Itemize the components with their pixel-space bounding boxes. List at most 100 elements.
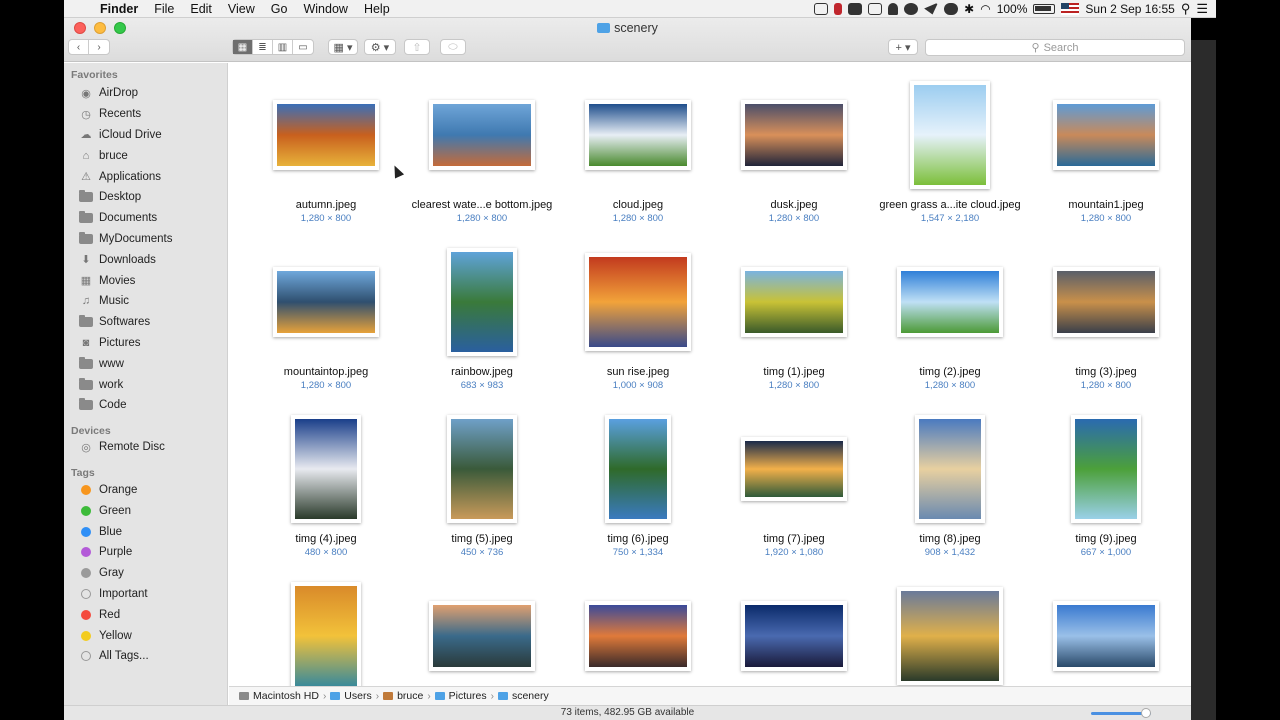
image-thumbnail[interactable] [447, 415, 517, 523]
file-item[interactable] [248, 576, 404, 686]
sidebar-item-remote-disc[interactable]: ◎ Remote Disc [64, 437, 227, 458]
file-name[interactable]: timg (6).jpeg [560, 533, 716, 545]
file-item[interactable]: clearest wate...e bottom.jpeg 1,280 × 800 [404, 75, 560, 242]
sidebar-item-downloads[interactable]: ⬇ Downloads [64, 249, 227, 270]
file-name[interactable]: timg (8).jpeg [872, 533, 1028, 545]
screen-record-icon[interactable] [814, 2, 829, 15]
forward-button[interactable]: › [89, 40, 109, 54]
sidebar-item-code[interactable]: Code [64, 395, 227, 416]
file-item[interactable]: cloud.jpeg 1,280 × 800 [560, 75, 716, 242]
sidebar-item-www[interactable]: www [64, 353, 227, 374]
file-name[interactable]: timg (2).jpeg [872, 366, 1028, 378]
tags-button[interactable]: ⬭ [440, 39, 466, 55]
image-thumbnail[interactable] [447, 248, 517, 356]
file-item[interactable]: mountain1.jpeg 1,280 × 800 [1028, 75, 1184, 242]
sidebar-item-important[interactable]: Important [64, 584, 227, 605]
sidebar-item-orange[interactable]: Orange [64, 480, 227, 501]
bluetooth-icon[interactable]: ✱ [964, 2, 974, 16]
sidebar-item-music[interactable]: ♫ Music [64, 291, 227, 312]
action-gear-button[interactable]: ⚙ ▾ [364, 39, 396, 55]
sidebar-item-documents[interactable]: Documents [64, 208, 227, 229]
file-name[interactable]: timg (5).jpeg [404, 533, 560, 545]
file-name[interactable]: mountaintop.jpeg [248, 366, 404, 378]
sidebar-item-icloud-drive[interactable]: ☁ iCloud Drive [64, 125, 227, 146]
new-item-button[interactable]: + ▾ [888, 39, 918, 55]
image-thumbnail[interactable] [910, 81, 990, 189]
image-thumbnail[interactable] [741, 267, 847, 337]
sidebar-item-work[interactable]: work [64, 374, 227, 395]
path-component[interactable]: Pictures [434, 690, 487, 702]
sidebar-item-airdrop[interactable]: ◉ AirDrop [64, 83, 227, 104]
image-thumbnail[interactable] [585, 100, 691, 170]
sidebar-item-all-tags[interactable]: All Tags... [64, 646, 227, 667]
file-name[interactable]: dusk.jpeg [716, 199, 872, 211]
image-thumbnail[interactable] [273, 100, 379, 170]
sidebar-item-desktop[interactable]: Desktop [64, 187, 227, 208]
file-item[interactable]: timg (5).jpeg 450 × 736 [404, 409, 560, 576]
image-thumbnail[interactable] [741, 437, 847, 501]
wifi-icon[interactable]: ◠ [980, 2, 990, 16]
menu-window[interactable]: Window [295, 0, 355, 18]
sidebar-item-purple[interactable]: Purple [64, 542, 227, 563]
clock[interactable]: Sun 2 Sep 16:55 [1085, 2, 1174, 16]
image-thumbnail[interactable] [273, 267, 379, 337]
sidebar-item-yellow[interactable]: Yellow [64, 625, 227, 646]
file-item[interactable]: timg (4).jpeg 480 × 800 [248, 409, 404, 576]
app-status-icon[interactable] [834, 2, 843, 15]
image-thumbnail[interactable] [1053, 601, 1159, 671]
file-name[interactable]: autumn.jpeg [248, 199, 404, 211]
menu-go[interactable]: Go [263, 0, 296, 18]
file-item[interactable] [716, 576, 872, 686]
sidebar-item-applications[interactable]: ⚠ Applications [64, 166, 227, 187]
input-source-flag-icon[interactable] [1061, 2, 1080, 15]
menu-edit[interactable]: Edit [182, 0, 220, 18]
file-item[interactable] [1028, 576, 1184, 686]
menu-help[interactable]: Help [356, 0, 398, 18]
file-name[interactable]: mountain1.jpeg [1028, 199, 1184, 211]
column-view-button[interactable]: ▥ [273, 40, 293, 54]
image-thumbnail[interactable] [291, 582, 361, 686]
file-name[interactable]: rainbow.jpeg [404, 366, 560, 378]
wechat-icon[interactable] [904, 2, 919, 15]
sidebar-item-gray[interactable]: Gray [64, 563, 227, 584]
image-thumbnail[interactable] [741, 601, 847, 671]
file-item[interactable]: sun rise.jpeg 1,000 × 908 [560, 242, 716, 409]
file-name[interactable]: timg (1).jpeg [716, 366, 872, 378]
app-status-icon[interactable] [868, 2, 883, 15]
image-thumbnail[interactable] [291, 415, 361, 523]
menu-view[interactable]: View [220, 0, 263, 18]
file-item[interactable]: rainbow.jpeg 683 × 983 [404, 242, 560, 409]
file-item[interactable]: timg (7).jpeg 1,920 × 1,080 [716, 409, 872, 576]
image-thumbnail[interactable] [429, 100, 535, 170]
sidebar-item-movies[interactable]: ▦ Movies [64, 270, 227, 291]
image-thumbnail[interactable] [1071, 415, 1141, 523]
sidebar-item-recents[interactable]: ◷ Recents [64, 104, 227, 125]
gallery-view-button[interactable]: ▭ [293, 40, 313, 54]
icon-size-slider-handle[interactable] [1141, 708, 1151, 718]
file-item[interactable]: timg (1).jpeg 1,280 × 800 [716, 242, 872, 409]
sidebar-item-pictures[interactable]: ◙ Pictures [64, 333, 227, 354]
notification-center-icon[interactable]: ☰ [1196, 1, 1208, 17]
send-icon[interactable] [924, 2, 939, 15]
share-button[interactable]: ⇧ [404, 39, 430, 55]
file-item[interactable] [872, 576, 1028, 686]
image-thumbnail[interactable] [585, 253, 691, 351]
sidebar-item-mydocuments[interactable]: MyDocuments [64, 229, 227, 250]
image-thumbnail[interactable] [741, 100, 847, 170]
file-name[interactable]: green grass a...ite cloud.jpeg [872, 199, 1028, 211]
file-name[interactable]: cloud.jpeg [560, 199, 716, 211]
menu-app-finder[interactable]: Finder [92, 0, 146, 18]
image-thumbnail[interactable] [429, 601, 535, 671]
path-component[interactable]: Users [330, 690, 372, 702]
notification-bell-icon[interactable] [888, 2, 899, 15]
spotlight-search-icon[interactable]: ⚲ [1181, 1, 1191, 17]
file-item[interactable]: timg (2).jpeg 1,280 × 800 [872, 242, 1028, 409]
file-name[interactable]: timg (4).jpeg [248, 533, 404, 545]
sidebar-item-red[interactable]: Red [64, 604, 227, 625]
file-name[interactable]: sun rise.jpeg [560, 366, 716, 378]
file-item[interactable]: timg (9).jpeg 667 × 1,000 [1028, 409, 1184, 576]
file-name[interactable]: timg (3).jpeg [1028, 366, 1184, 378]
file-name[interactable]: timg (7).jpeg [716, 533, 872, 545]
sidebar-item-blue[interactable]: Blue [64, 521, 227, 542]
file-name[interactable]: clearest wate...e bottom.jpeg [404, 199, 560, 211]
